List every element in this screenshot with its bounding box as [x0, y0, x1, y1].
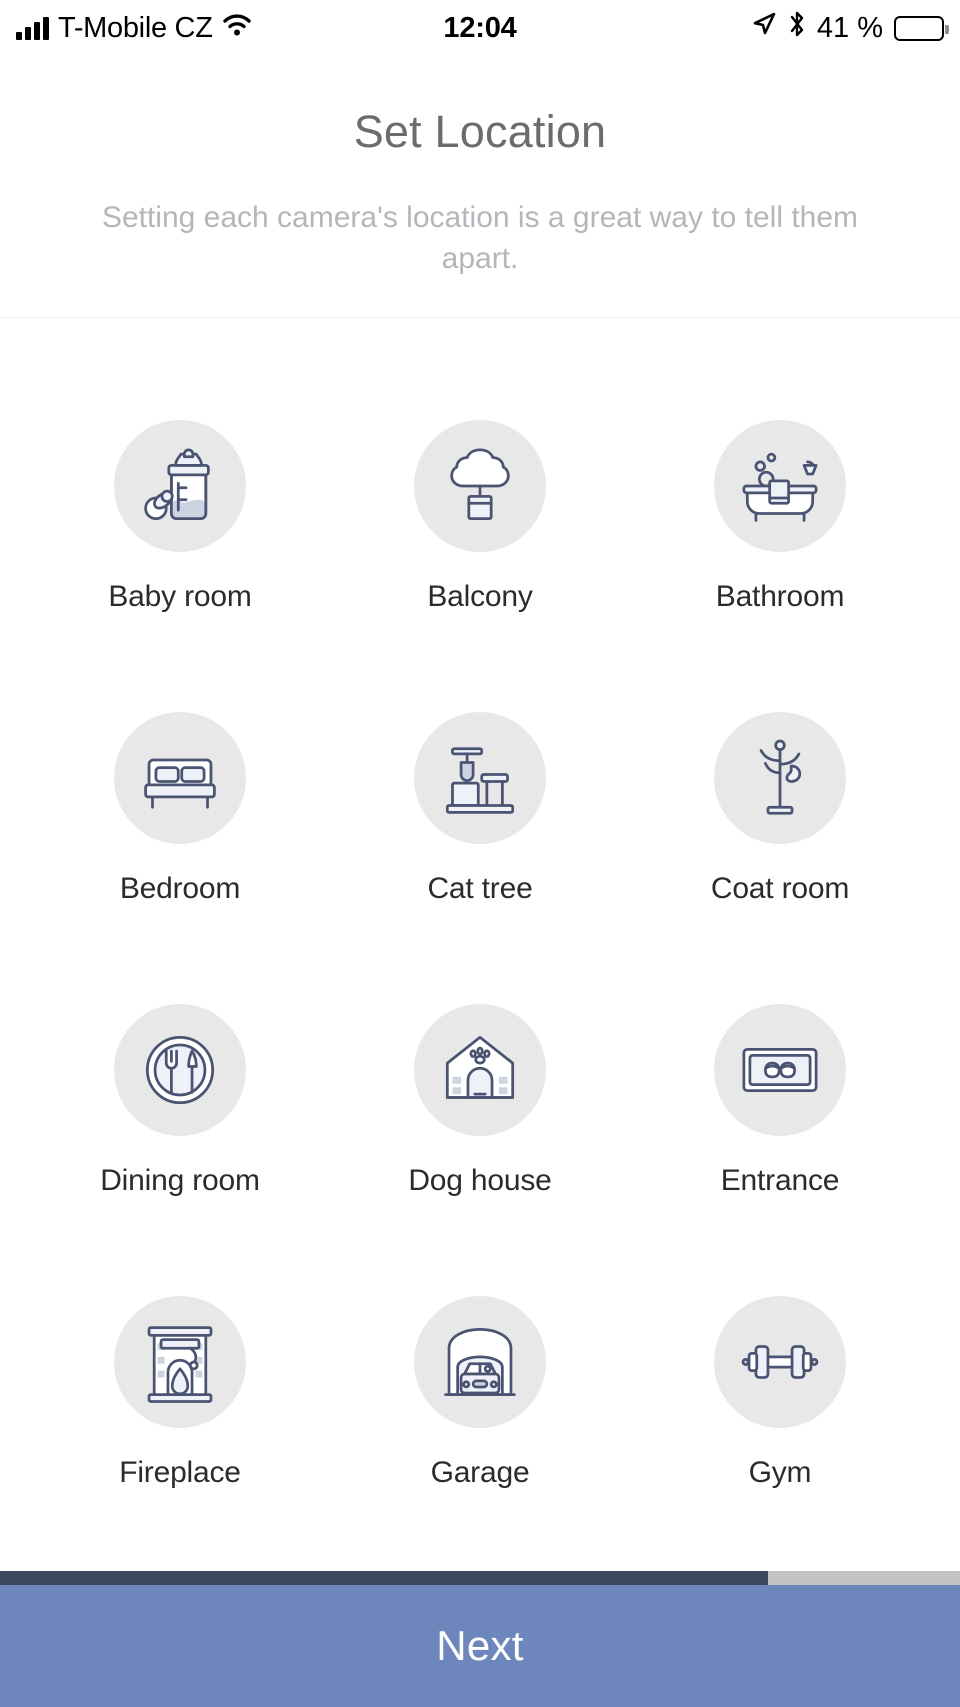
location-option-baby-room[interactable]: Baby room: [30, 420, 330, 614]
dog-house-icon: [414, 1004, 546, 1136]
location-arrow-icon: [751, 11, 777, 45]
page-header: Set Location Setting each camera's locat…: [0, 56, 960, 318]
bathtub-icon: [714, 420, 846, 552]
baby-bottle-icon: [114, 420, 246, 552]
app-screen: T-Mobile CZ 12:04 41 % Set Location Sett…: [0, 0, 960, 1707]
battery-icon: [894, 15, 949, 41]
cat-tree-icon: [414, 712, 546, 844]
location-option-cat-tree[interactable]: Cat tree: [330, 712, 630, 906]
location-option-balcony[interactable]: Balcony: [330, 420, 630, 614]
location-label: Bedroom: [119, 872, 241, 905]
location-grid: Baby room Balcony Bathroom Bedroom Cat t…: [0, 362, 960, 1490]
location-label: Entrance: [720, 1164, 840, 1197]
progress-bar: [0, 1571, 960, 1585]
page-subtitle: Setting each camera's location is a grea…: [101, 201, 859, 275]
location-option-dining-room[interactable]: Dining room: [30, 1004, 330, 1198]
progress-bar-fill: [0, 1571, 768, 1585]
location-label: Dog house: [408, 1164, 552, 1197]
location-option-entrance[interactable]: Entrance: [630, 1004, 930, 1198]
location-label: Gym: [748, 1456, 812, 1489]
location-option-gym[interactable]: Gym: [630, 1296, 930, 1490]
dumbbell-icon: [714, 1296, 846, 1428]
bluetooth-icon: [788, 10, 806, 46]
bed-icon: [114, 712, 246, 844]
plate-fork-knife-icon: [114, 1004, 246, 1136]
page-title: Set Location: [353, 106, 607, 157]
location-option-fireplace[interactable]: Fireplace: [30, 1296, 330, 1490]
location-label: Cat tree: [427, 872, 533, 905]
location-label: Coat room: [710, 872, 850, 905]
location-option-bedroom[interactable]: Bedroom: [30, 712, 330, 906]
battery-percent-label: 41 %: [816, 11, 883, 44]
location-list-scroll[interactable]: Baby room Balcony Bathroom Bedroom Cat t…: [0, 362, 960, 1585]
location-label: Bathroom: [715, 580, 845, 613]
location-option-dog-house[interactable]: Dog house: [330, 1004, 630, 1198]
status-bar-right: 41 %: [751, 10, 949, 46]
location-label: Garage: [430, 1456, 530, 1489]
status-bar: T-Mobile CZ 12:04 41 %: [0, 0, 960, 56]
location-label: Fireplace: [119, 1456, 241, 1489]
garage-car-icon: [414, 1296, 546, 1428]
location-option-bathroom[interactable]: Bathroom: [630, 420, 930, 614]
location-label: Dining room: [100, 1164, 260, 1197]
potted-tree-icon: [414, 420, 546, 552]
location-option-garage[interactable]: Garage: [330, 1296, 630, 1490]
coat-rack-icon: [714, 712, 846, 844]
location-option-coat-room[interactable]: Coat room: [630, 712, 930, 906]
location-label: Balcony: [427, 580, 533, 613]
doormat-slippers-icon: [714, 1004, 846, 1136]
location-label: Baby room: [108, 580, 252, 613]
fireplace-icon: [114, 1296, 246, 1428]
next-button[interactable]: Next: [0, 1585, 960, 1707]
